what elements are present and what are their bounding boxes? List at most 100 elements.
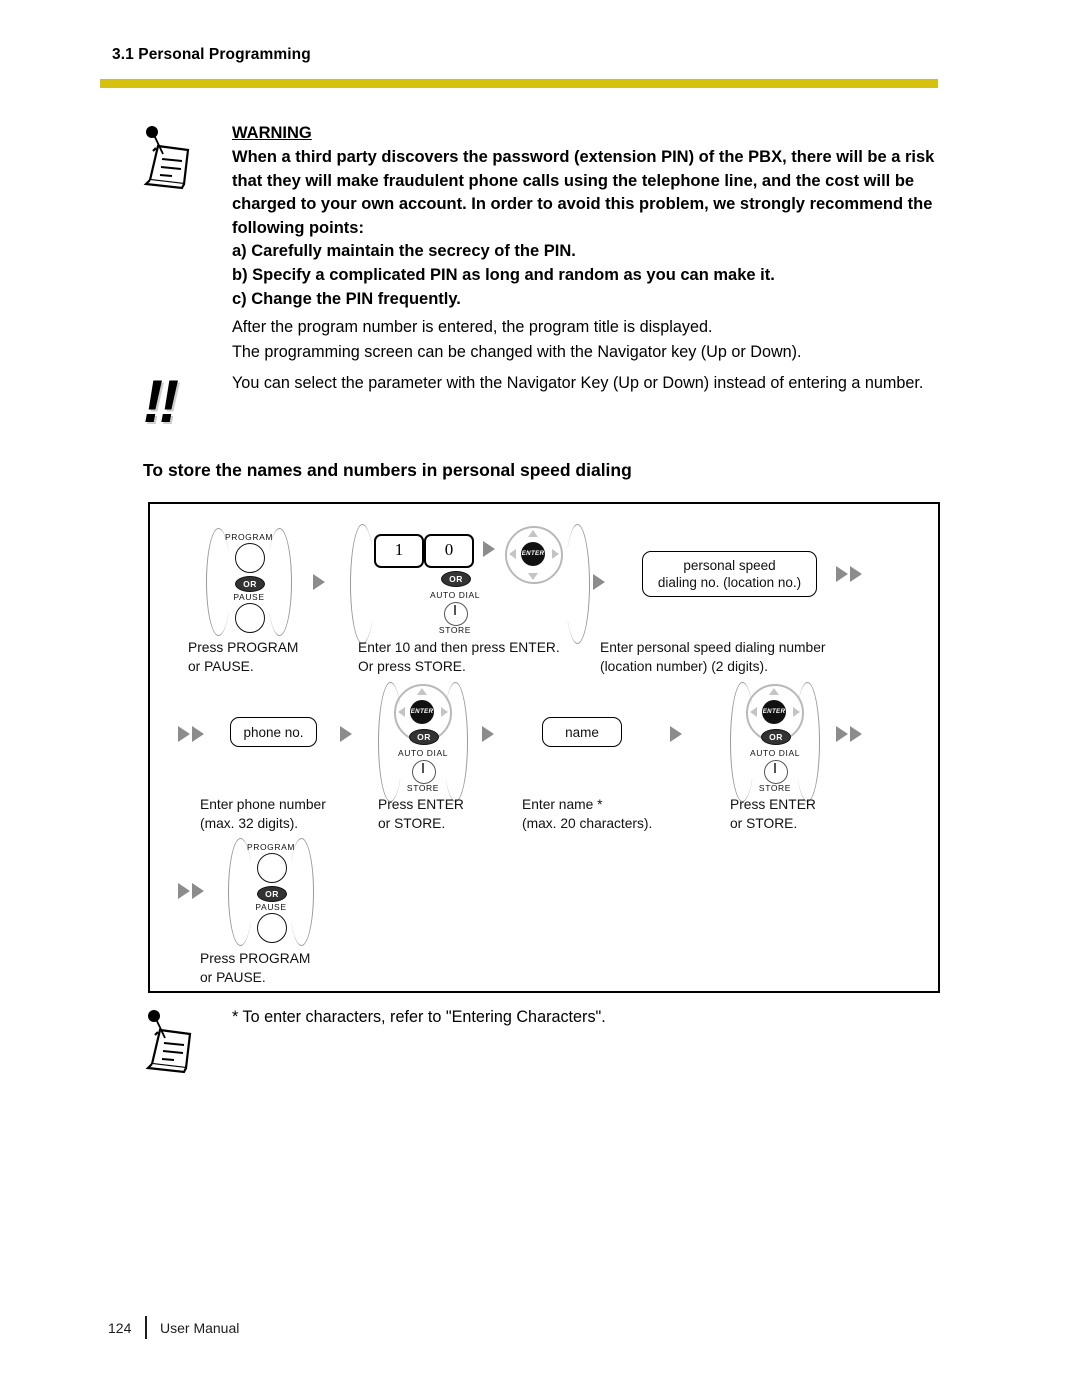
caption-step6-line1: Enter name * bbox=[522, 797, 603, 812]
digit-box-0: 0 bbox=[424, 534, 474, 568]
caption-step1-line1: Press PROGRAM bbox=[188, 640, 299, 655]
caption-step6-line2: (max. 20 characters). bbox=[522, 816, 653, 831]
store-key-label: STORE bbox=[758, 783, 792, 793]
nav-up-icon bbox=[528, 530, 538, 537]
caption-step5-line2: or STORE. bbox=[378, 816, 446, 831]
key-group-program-pause-2: PROGRAM OR PAUSE bbox=[228, 838, 314, 946]
flow-arrow-5 bbox=[340, 726, 352, 742]
nav-left-icon bbox=[398, 707, 405, 717]
caption-step7-line1: Press ENTER bbox=[730, 797, 816, 812]
brace-left bbox=[206, 528, 231, 636]
pause-key-label: PAUSE bbox=[233, 592, 265, 602]
key-group-enter-store-3: ENTER OR AUTO DIAL STORE bbox=[730, 682, 820, 802]
brace-right bbox=[565, 524, 590, 644]
flow-arrow-4b bbox=[192, 726, 204, 742]
enter-key-label: ENTER bbox=[762, 700, 786, 724]
program-key-label: PROGRAM bbox=[246, 842, 296, 852]
flow-arrow-8b bbox=[850, 726, 862, 742]
store-key-label: STORE bbox=[406, 783, 440, 793]
enter-key-label: ENTER bbox=[410, 700, 434, 724]
caption-step4-line1: Enter phone number bbox=[200, 797, 326, 812]
store-key-button[interactable] bbox=[444, 602, 468, 626]
key-group-enter-store-2: ENTER OR AUTO DIAL STORE bbox=[378, 682, 468, 802]
display-line-1: personal speed bbox=[683, 558, 776, 573]
warning-title: WARNING bbox=[232, 124, 312, 142]
warning-block: WARNING When a third party discovers the… bbox=[232, 122, 942, 365]
double-exclamation-icon: !! bbox=[143, 368, 179, 435]
display-box-phone-no: phone no. bbox=[230, 717, 317, 747]
brace-left bbox=[228, 838, 253, 946]
caption-step3-line2: (location number) (2 digits). bbox=[600, 659, 768, 674]
auto-dial-label: AUTO DIAL bbox=[429, 590, 481, 600]
store-key-button[interactable] bbox=[412, 760, 436, 784]
brace-right bbox=[267, 528, 292, 636]
flow-arrow-3b bbox=[850, 566, 862, 582]
warning-item-c: c) Change the PIN frequently. bbox=[232, 289, 461, 308]
or-badge: OR bbox=[761, 729, 791, 745]
flow-arrow-2 bbox=[593, 574, 605, 590]
caption-step1-line2: or PAUSE. bbox=[188, 659, 254, 674]
enter-key-label: ENTER bbox=[521, 542, 545, 566]
tip-text: You can select the parameter with the Na… bbox=[232, 374, 924, 392]
note-icon bbox=[143, 126, 190, 190]
nav-down-icon bbox=[528, 573, 538, 580]
display-box-speed-dialing: personal speed dialing no. (location no.… bbox=[642, 551, 817, 597]
pause-key-button[interactable] bbox=[257, 913, 287, 943]
brace-right bbox=[289, 838, 314, 946]
or-badge: OR bbox=[409, 729, 439, 745]
store-key-button[interactable] bbox=[764, 760, 788, 784]
nav-up-icon bbox=[769, 688, 779, 695]
flow-arrow-4a bbox=[178, 726, 190, 742]
caption-step3-line1: Enter personal speed dialing number bbox=[600, 640, 826, 655]
note-icon bbox=[145, 1010, 192, 1074]
program-key-button[interactable] bbox=[235, 543, 265, 573]
flow-arrow-inline-1 bbox=[483, 541, 495, 557]
footer-label: User Manual bbox=[160, 1320, 240, 1336]
brace-left bbox=[350, 524, 375, 644]
caption-step2-line1: Enter 10 and then press ENTER. bbox=[358, 640, 560, 655]
or-badge: OR bbox=[257, 886, 287, 902]
nav-up-icon bbox=[417, 688, 427, 695]
nav-left-icon bbox=[750, 707, 757, 717]
or-badge: OR bbox=[441, 571, 471, 587]
display-box-name: name bbox=[542, 717, 622, 747]
page-header-section: 3.1 Personal Programming bbox=[112, 46, 311, 63]
nav-left-icon bbox=[509, 549, 516, 559]
caption-step8-line2: or PAUSE. bbox=[200, 970, 266, 985]
key-group-enter-store: 1 0 ENTER OR AUTO DIAL STORE bbox=[350, 524, 590, 644]
page-number: 124 bbox=[108, 1320, 132, 1336]
navigator-key[interactable]: ENTER bbox=[505, 526, 563, 584]
program-key-button[interactable] bbox=[257, 853, 287, 883]
flow-arrow-8a bbox=[836, 726, 848, 742]
document-page: 3.1 Personal Programming WARNING When a … bbox=[0, 0, 1080, 1397]
caption-step2-line2: Or press STORE. bbox=[358, 659, 466, 674]
digit-box-1: 1 bbox=[374, 534, 424, 568]
auto-dial-label: AUTO DIAL bbox=[397, 748, 449, 758]
warning-item-b: b) Specify a complicated PIN as long and… bbox=[232, 265, 775, 284]
nav-right-icon bbox=[441, 707, 448, 717]
caption-step5-line1: Press ENTER bbox=[378, 797, 464, 812]
display-line-2: dialing no. (location no.) bbox=[657, 575, 802, 590]
caption-step8-line1: Press PROGRAM bbox=[200, 951, 311, 966]
nav-right-icon bbox=[552, 549, 559, 559]
store-key-label: STORE bbox=[438, 625, 472, 635]
flow-arrow-6 bbox=[482, 726, 494, 742]
caption-step7-line2: or STORE. bbox=[730, 816, 798, 831]
pause-key-button[interactable] bbox=[235, 603, 265, 633]
warning-item-a: a) Carefully maintain the secrecy of the… bbox=[232, 242, 576, 261]
footer-divider bbox=[145, 1316, 147, 1339]
program-key-label: PROGRAM bbox=[224, 532, 274, 542]
warning-note-2: The programming screen can be changed wi… bbox=[232, 343, 802, 362]
warning-paragraph: When a third party discovers the passwor… bbox=[232, 148, 935, 237]
auto-dial-label: AUTO DIAL bbox=[749, 748, 801, 758]
page-title: To store the names and numbers in person… bbox=[143, 460, 632, 480]
flow-arrow-9a bbox=[178, 883, 190, 899]
footnote-text: * To enter characters, refer to "Enterin… bbox=[232, 1008, 606, 1026]
flow-arrow-3a bbox=[836, 566, 848, 582]
warning-note-1: After the program number is entered, the… bbox=[232, 318, 713, 337]
flow-arrow-1 bbox=[313, 574, 325, 590]
procedure-diagram: PROGRAM OR PAUSE 1 0 ENTER OR AUTO DIAL … bbox=[148, 502, 940, 993]
header-rule bbox=[100, 79, 938, 88]
caption-step4-line2: (max. 32 digits). bbox=[200, 816, 299, 831]
nav-right-icon bbox=[793, 707, 800, 717]
